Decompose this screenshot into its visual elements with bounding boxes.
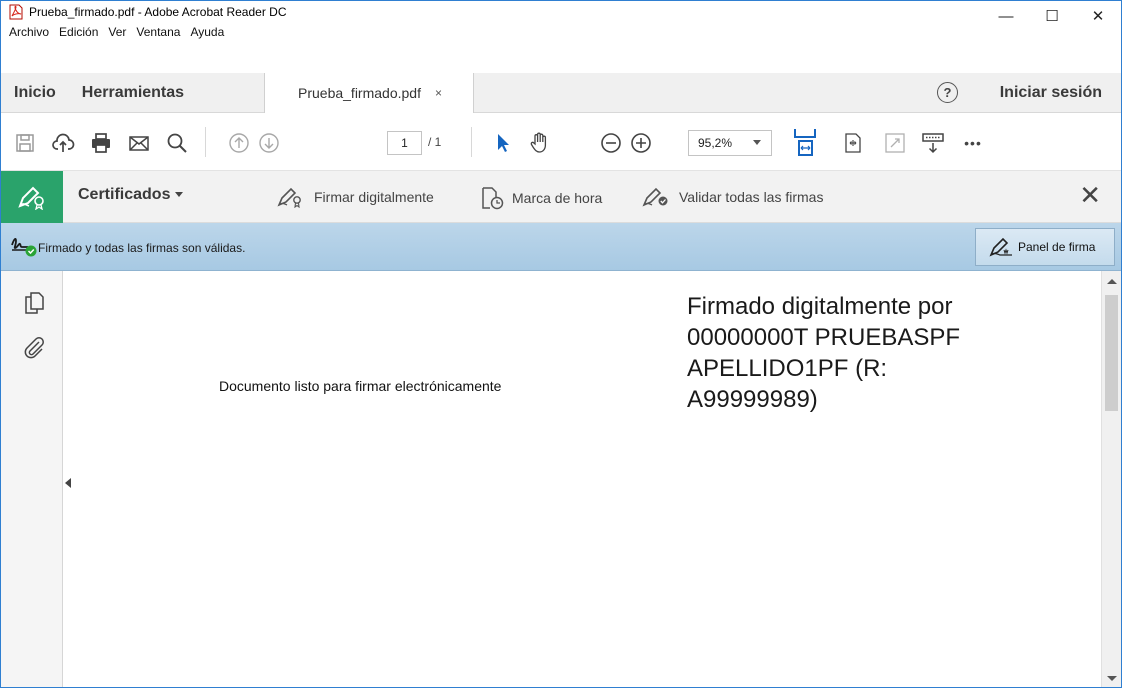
attachments-icon[interactable]: [22, 335, 46, 359]
vertical-scrollbar[interactable]: [1101, 271, 1121, 687]
chevron-down-icon: [753, 140, 761, 145]
more-icon[interactable]: •••: [961, 131, 985, 155]
minimize-button[interactable]: —: [983, 1, 1029, 31]
main-toolbar: 1 / 1 95,2% •••: [1, 113, 1121, 171]
page-number-input[interactable]: 1: [387, 131, 422, 155]
upload-cloud-icon[interactable]: [51, 131, 75, 155]
pdf-file-icon: [9, 4, 23, 20]
page-total-label: / 1: [428, 135, 442, 149]
signature-stamp-line: A99999989): [687, 386, 818, 413]
certificates-toolbar: Certificados Firmar digitalmente Marca d…: [1, 171, 1121, 223]
sign-digitally-label: Firmar digitalmente: [314, 189, 434, 205]
nav-bar: Inicio Herramientas Prueba_firmado.pdf ×…: [1, 73, 1121, 113]
zoom-value: 95,2%: [698, 136, 733, 150]
close-button[interactable]: ✕: [1075, 1, 1121, 31]
signature-panel-button[interactable]: Panel de firma: [975, 228, 1115, 266]
scroll-up-icon[interactable]: [1107, 279, 1117, 284]
sign-pen-icon: [18, 186, 44, 210]
scroll-mode-icon[interactable]: [921, 131, 945, 155]
select-arrow-icon[interactable]: [491, 131, 515, 155]
hand-tool-icon[interactable]: [527, 131, 551, 155]
certificates-title: Certificados: [78, 186, 171, 203]
page-up-icon[interactable]: [227, 131, 251, 155]
signature-stamp[interactable]: Firmado digitalmente por 00000000T PRUEB…: [687, 291, 1027, 415]
search-icon[interactable]: [165, 131, 189, 155]
timestamp-label: Marca de hora: [512, 190, 603, 206]
menu-ayuda[interactable]: Ayuda: [185, 25, 229, 39]
caret-down-icon: [175, 192, 184, 198]
timestamp-icon: [482, 187, 504, 210]
toolbar-separator: [471, 127, 472, 157]
sign-in-button[interactable]: Iniciar sesión: [1000, 73, 1102, 113]
validate-all-label: Validar todas las firmas: [679, 189, 824, 205]
print-icon[interactable]: [89, 131, 113, 155]
maximize-button[interactable]: ☐: [1029, 1, 1075, 31]
collapse-panel-icon[interactable]: [65, 478, 71, 488]
email-icon[interactable]: [127, 131, 151, 155]
rotate-page-icon[interactable]: [841, 131, 865, 155]
zoom-in-icon[interactable]: [629, 131, 653, 155]
sign-digitally-icon: [277, 187, 301, 208]
signature-status-bar: Firmado y todas las firmas son válidas. …: [1, 223, 1121, 271]
signature-status-text: Firmado y todas las firmas son válidas.: [38, 241, 246, 255]
menu-bar: Archivo Edición Ver Ventana Ayuda: [1, 23, 229, 41]
window-controls: — ☐ ✕: [983, 1, 1121, 26]
signature-stamp-line: APELLIDO1PF (R:: [687, 355, 888, 382]
document-page: Documento listo para firmar electrónicam…: [79, 271, 1095, 687]
timestamp-button[interactable]: Marca de hora: [479, 186, 602, 210]
menu-edicion[interactable]: Edición: [54, 25, 103, 39]
scroll-down-icon[interactable]: [1107, 676, 1117, 681]
zoom-out-icon[interactable]: [599, 131, 623, 155]
save-icon[interactable]: [13, 131, 37, 155]
window-title: Prueba_firmado.pdf - Adobe Acrobat Reade…: [29, 5, 287, 19]
fit-page-icon[interactable]: [792, 127, 818, 157]
certificates-menu[interactable]: Certificados: [78, 186, 184, 204]
menu-ventana[interactable]: Ventana: [131, 25, 185, 39]
tab-herramientas[interactable]: Herramientas: [69, 73, 197, 113]
signature-panel-label: Panel de firma: [1018, 240, 1096, 254]
document-tab-label: Prueba_firmado.pdf: [298, 85, 421, 101]
help-icon[interactable]: ?: [937, 82, 958, 103]
sign-digitally-button[interactable]: Firmar digitalmente: [277, 186, 434, 208]
validate-signatures-icon: [642, 187, 668, 207]
signature-stamp-line: Firmado digitalmente por: [687, 293, 953, 320]
title-bar: Prueba_firmado.pdf - Adobe Acrobat Reade…: [1, 1, 1121, 26]
menu-ver[interactable]: Ver: [103, 25, 131, 39]
page-thumbnails-icon[interactable]: [22, 291, 46, 315]
zoom-select[interactable]: 95,2%: [688, 130, 772, 156]
acrobat-window: Prueba_firmado.pdf - Adobe Acrobat Reade…: [0, 0, 1122, 688]
signature-stamp-line: 00000000T PRUEBASPF: [687, 324, 961, 351]
scroll-thumb[interactable]: [1105, 295, 1118, 411]
document-body-text: Documento listo para firmar electrónicam…: [219, 378, 502, 394]
certificates-tool-icon[interactable]: [1, 171, 63, 223]
close-certificates-icon[interactable]: ✕: [1079, 182, 1101, 208]
validate-all-button[interactable]: Validar todas las firmas: [642, 186, 823, 208]
fullscreen-icon[interactable]: [883, 131, 907, 155]
toolbar-separator: [205, 127, 206, 157]
menu-archivo[interactable]: Archivo: [1, 25, 54, 39]
tab-close-icon[interactable]: ×: [435, 86, 442, 100]
page-down-icon[interactable]: [257, 131, 281, 155]
signature-panel-icon: [989, 237, 1012, 257]
left-navigation-panel: [1, 271, 63, 687]
tab-inicio[interactable]: Inicio: [1, 73, 69, 113]
signature-valid-icon: [11, 238, 37, 257]
tab-document[interactable]: Prueba_firmado.pdf ×: [264, 73, 474, 113]
